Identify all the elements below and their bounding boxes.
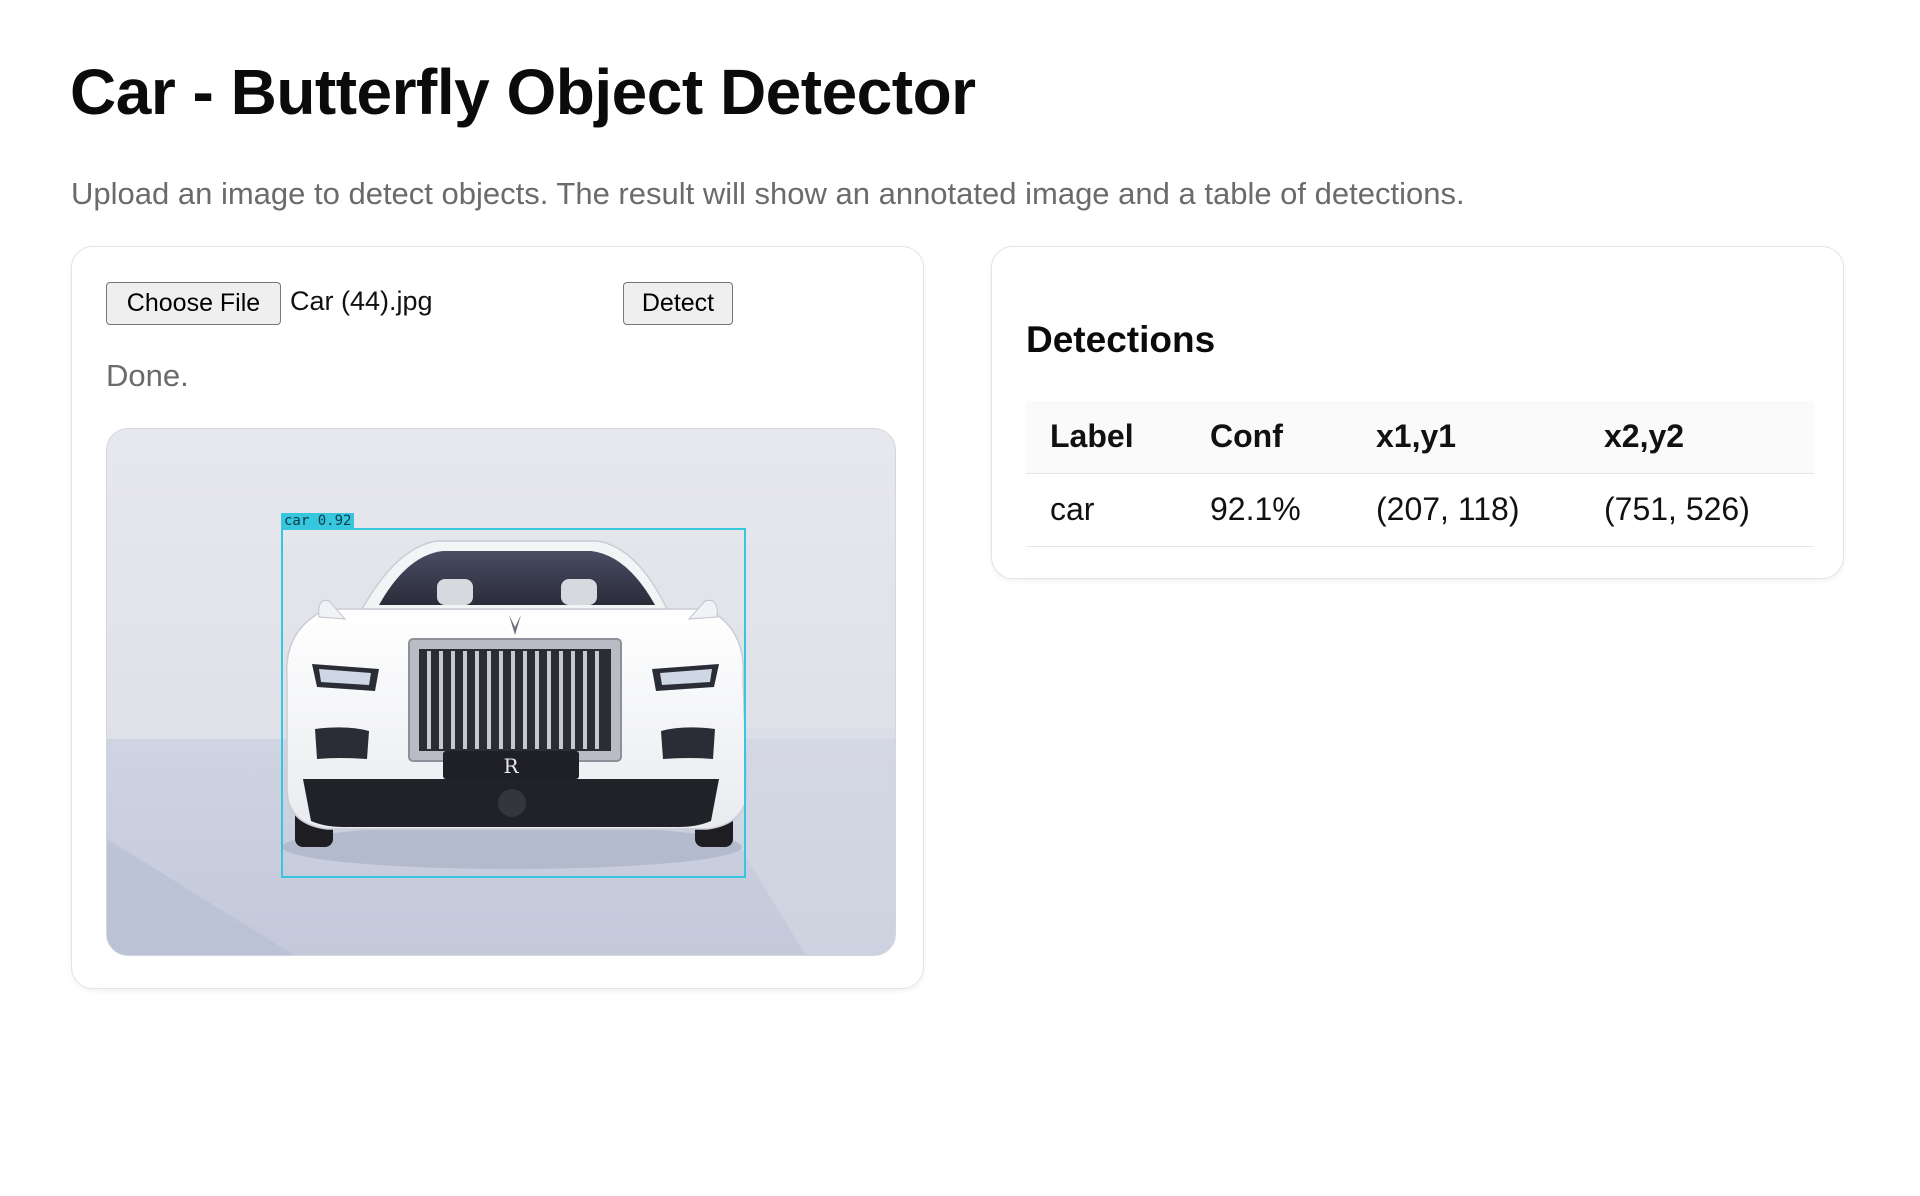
- annotated-image: R car 0.92: [106, 428, 896, 956]
- detect-button[interactable]: Detect: [623, 282, 733, 325]
- column-header-conf: Conf: [1186, 401, 1352, 474]
- cell-label: car: [1026, 473, 1186, 547]
- column-header-label: Label: [1026, 401, 1186, 474]
- detection-box-label: car 0.92: [281, 513, 355, 529]
- table-row: car 92.1% (207, 118) (751, 526): [1026, 473, 1814, 547]
- cell-conf: 92.1%: [1186, 473, 1352, 547]
- column-header-x2y2: x2,y2: [1580, 401, 1814, 474]
- selected-file-name: Car (44).jpg: [290, 286, 433, 316]
- upload-card: Choose File Car (44).jpg Detect Done. R …: [71, 246, 924, 989]
- detections-card: Detections Label Conf x1,y1 x2,y2 car 92…: [991, 246, 1844, 579]
- choose-file-button[interactable]: Choose File: [106, 282, 281, 325]
- detections-title: Detections: [1026, 319, 1216, 360]
- detections-table: Label Conf x1,y1 x2,y2 car 92.1% (207, 1…: [1026, 401, 1814, 547]
- page-title: Car - Butterfly Object Detector: [70, 56, 976, 128]
- table-header-row: Label Conf x1,y1 x2,y2: [1026, 401, 1814, 474]
- column-header-x1y1: x1,y1: [1352, 401, 1580, 474]
- page-subtitle: Upload an image to detect objects. The r…: [71, 176, 1465, 211]
- status-text: Done.: [106, 358, 189, 393]
- cell-x2y2: (751, 526): [1580, 473, 1814, 547]
- page: Car - Butterfly Object Detector Upload a…: [0, 0, 1920, 1196]
- cell-x1y1: (207, 118): [1352, 473, 1580, 547]
- detection-bounding-box: [281, 528, 746, 878]
